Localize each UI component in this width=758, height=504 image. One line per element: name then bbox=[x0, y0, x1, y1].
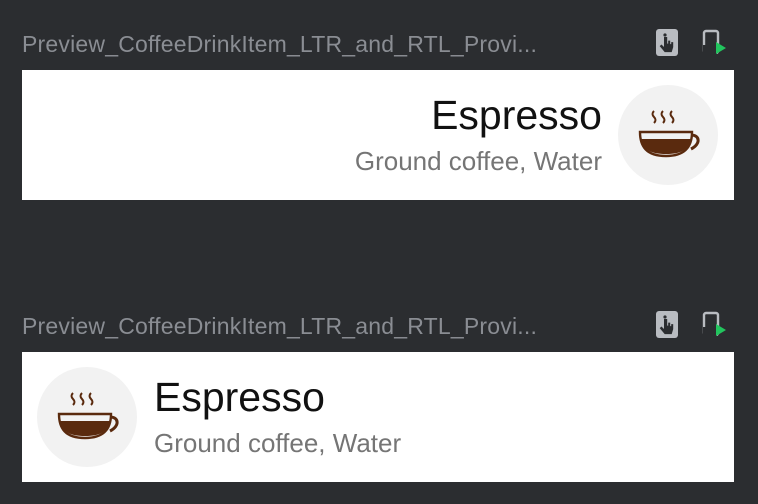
coffee-drink-item[interactable]: Espresso Ground coffee, Water bbox=[22, 352, 734, 482]
drink-image bbox=[618, 85, 718, 185]
coffee-drink-item[interactable]: Espresso Ground coffee, Water bbox=[22, 70, 734, 200]
coffee-cup-icon bbox=[57, 392, 119, 440]
deploy-preview-icon[interactable] bbox=[702, 310, 730, 340]
preview-header: Preview_CoffeeDrinkItem_LTR_and_RTL_Prov… bbox=[22, 28, 734, 62]
coffee-cup-icon bbox=[638, 110, 700, 158]
deploy-preview-icon[interactable] bbox=[702, 28, 730, 58]
preview-header: Preview_CoffeeDrinkItem_LTR_and_RTL_Prov… bbox=[22, 310, 734, 344]
preview-title: Preview_CoffeeDrinkItem_LTR_and_RTL_Prov… bbox=[22, 313, 538, 339]
preview-title: Preview_CoffeeDrinkItem_LTR_and_RTL_Prov… bbox=[22, 31, 538, 57]
interactive-mode-icon[interactable] bbox=[654, 310, 682, 340]
drink-image bbox=[37, 367, 137, 467]
drink-ingredients: Ground coffee, Water bbox=[354, 146, 602, 176]
drink-name: Espresso bbox=[154, 374, 325, 420]
interactive-mode-icon[interactable] bbox=[654, 28, 682, 58]
drink-ingredients: Ground coffee, Water bbox=[154, 428, 402, 458]
drink-name: Espresso bbox=[431, 92, 602, 138]
